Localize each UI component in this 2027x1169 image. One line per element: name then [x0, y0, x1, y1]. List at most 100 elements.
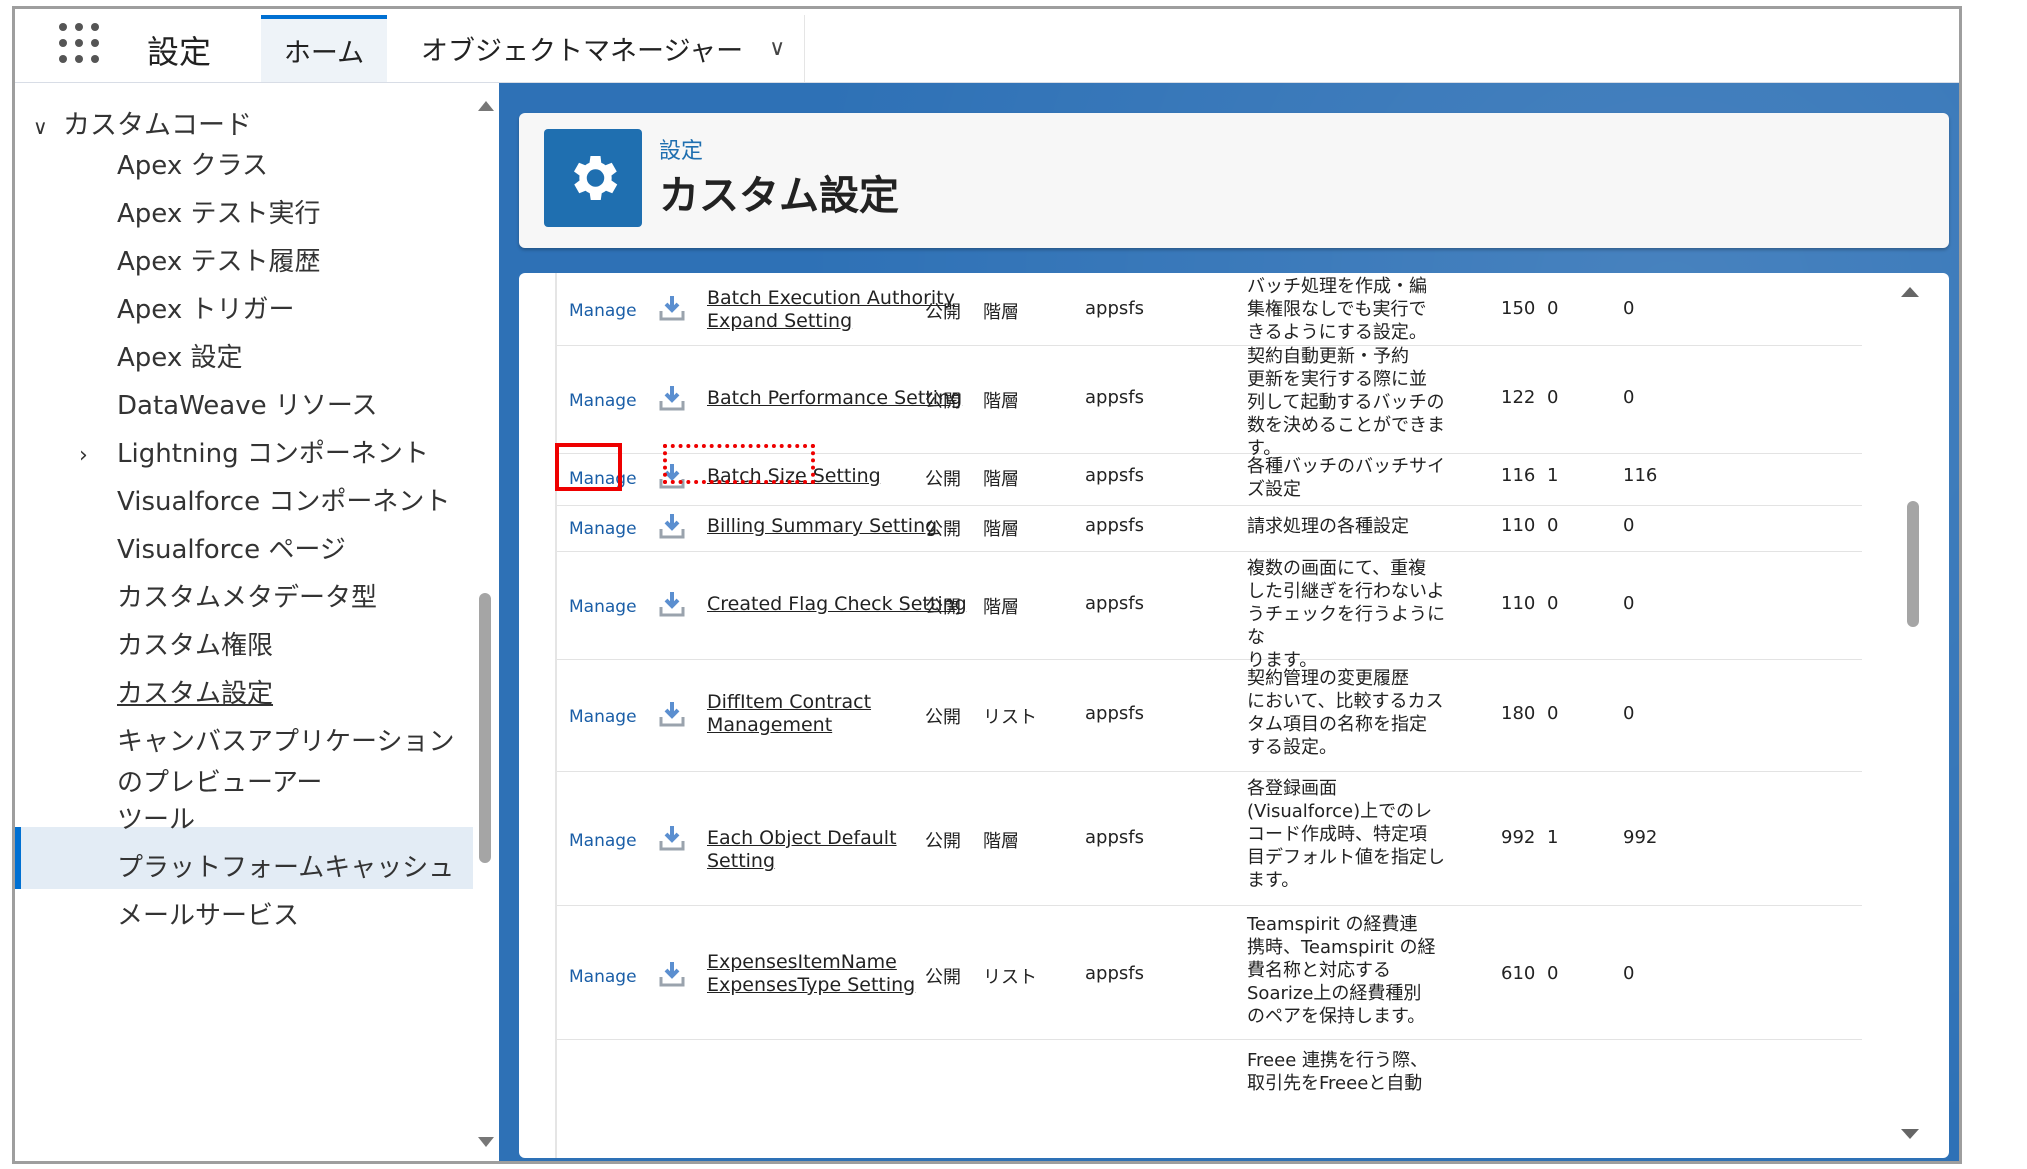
sidebar-item-label: Lightning コンポーネント: [117, 439, 429, 469]
page-header: 設定 カスタム設定: [519, 113, 1949, 248]
description-line: Soarize上の経費種別: [1247, 983, 1422, 1004]
manage-link[interactable]: Manage: [569, 831, 637, 851]
sidebar-item-apex-triggers[interactable]: Apex トリガー: [117, 289, 294, 326]
chevron-down-icon[interactable]: ∨: [769, 36, 785, 61]
namespace: appsfs: [1085, 515, 1144, 536]
total-size: 0: [1623, 298, 1635, 319]
manage-link[interactable]: Manage: [569, 301, 637, 321]
page-title: カスタム設定: [659, 173, 899, 219]
description-line: 各登録画面: [1247, 778, 1337, 799]
table-row: Manage Billing Summary Setting 公開 階層 app…: [557, 505, 1862, 552]
sidebar-item-platform-cache[interactable]: プラットフォームキャッシュ: [117, 847, 454, 884]
description-line: コード作成時、特定項: [1247, 824, 1427, 845]
total-size: 0: [1623, 703, 1635, 724]
record-count: 1: [1547, 827, 1559, 848]
download-icon[interactable]: [657, 699, 687, 729]
description-line: 請求処理の各種設定: [1247, 516, 1409, 537]
visibility: 公開: [925, 831, 961, 852]
tab-home[interactable]: ホーム: [261, 15, 387, 82]
sidebar-item-apex-test-execution[interactable]: Apex テスト実行: [117, 193, 320, 230]
sidebar-item-custom-permissions[interactable]: カスタム権限: [117, 625, 273, 662]
size-value: 180: [1501, 703, 1536, 724]
record-count: 0: [1547, 515, 1559, 536]
setting-type: 階層: [983, 469, 1019, 490]
description: 各登録画面 (Visualforce)上でのレ コード作成時、特定項 目デフォルト値を…: [1247, 777, 1447, 892]
description-line: のペアを保持します。: [1247, 1006, 1426, 1027]
visibility: 公開: [925, 707, 961, 728]
size-value: 122: [1501, 387, 1536, 408]
sidebar-scrollbar[interactable]: [475, 83, 495, 1161]
namespace: appsfs: [1085, 593, 1144, 614]
sidebar-item-visualforce-pages[interactable]: Visualforce ページ: [117, 529, 346, 566]
description: 契約自動更新・予約 更新を実行する際に並 列して起動するバッチの 数を決めることができ…: [1247, 345, 1447, 460]
sidebar-item-dataweave-resources[interactable]: DataWeave リソース: [117, 385, 378, 422]
sidebar-item-label: キャンバスアプリケーション: [117, 727, 455, 757]
description: 各種バッチのバッチサイ ズ設定: [1247, 455, 1447, 501]
table-row: Manage ExpensesItemName ExpensesType Sett…: [557, 905, 1862, 1040]
sidebar-item-visualforce-components[interactable]: Visualforce コンポーネント: [117, 481, 450, 518]
chevron-down-icon: ∨: [33, 115, 48, 139]
app-name: 設定: [147, 33, 212, 71]
total-size: 0: [1623, 963, 1635, 984]
description-line: 取引先をFreeeと自動: [1247, 1073, 1423, 1094]
app-launcher-icon[interactable]: [59, 23, 101, 65]
description: 複数の画面にて、重複 した引継ぎを行わないよ うチェックを行うようにな ります。: [1247, 557, 1447, 672]
description-line: うチェックを行うようにな: [1247, 604, 1445, 648]
size-value: 992: [1501, 827, 1536, 848]
download-icon[interactable]: [657, 823, 687, 853]
sidebar-scroll-thumb[interactable]: [479, 593, 491, 863]
description: バッチ処理を作成・編 集権限なしでも実行で きるようにする設定。: [1247, 275, 1447, 344]
namespace: appsfs: [1085, 827, 1144, 848]
scroll-up-icon[interactable]: [1901, 287, 1919, 297]
record-count: 0: [1547, 593, 1559, 614]
manage-link[interactable]: Manage: [569, 707, 637, 727]
download-icon[interactable]: [657, 589, 687, 619]
description-line: Freee 連携を行う際、: [1247, 1050, 1428, 1071]
sidebar-item-lightning-components[interactable]: › Lightning コンポーネント: [79, 433, 429, 470]
scroll-down-icon[interactable]: [478, 1137, 494, 1147]
description: Freee 連携を行う際、 取引先をFreeeと自動: [1247, 1049, 1447, 1095]
sidebar-item-tools[interactable]: ツール: [117, 799, 195, 836]
record-count: 1: [1547, 465, 1559, 486]
total-size: 0: [1623, 515, 1635, 536]
download-icon[interactable]: [657, 383, 687, 413]
sidebar-item-canvas-app-previewer[interactable]: キャンバスアプリケーション のプレビューアー: [117, 721, 454, 799]
manage-link[interactable]: Manage: [569, 391, 637, 411]
sidebar-item-apex-settings[interactable]: Apex 設定: [117, 337, 242, 374]
sidebar-item-custom-metadata-types[interactable]: カスタムメタデータ型: [117, 577, 377, 614]
sidebar-section-custom-code[interactable]: ∨ カスタムコード: [33, 103, 252, 142]
highlight-manage-box: [555, 443, 622, 491]
description-line: ます。: [1247, 870, 1300, 891]
list-scroll-thumb[interactable]: [1907, 501, 1919, 627]
description-line: 契約自動更新・予約: [1247, 346, 1409, 367]
scroll-up-icon[interactable]: [478, 101, 494, 111]
highlight-name-box: [663, 444, 815, 484]
description-line: ズ設定: [1247, 479, 1301, 500]
description-line: 携時、Teamspirit の経: [1247, 937, 1436, 958]
gear-icon: [544, 129, 642, 227]
manage-link[interactable]: Manage: [569, 519, 637, 539]
size-value: 610: [1501, 963, 1536, 984]
manage-link[interactable]: Manage: [569, 597, 637, 617]
description-line: Teamspirit の経費連: [1247, 914, 1418, 935]
table-row: Manage DiffItem Contract Management 公開 リス…: [557, 659, 1862, 772]
sidebar-item-apex-test-history[interactable]: Apex テスト履歴: [117, 241, 320, 278]
description-line: 費名称と対応する: [1247, 960, 1391, 981]
download-icon[interactable]: [657, 511, 687, 541]
setting-type: 階層: [983, 519, 1019, 540]
description-line: 集権限なしでも実行で: [1247, 299, 1427, 320]
download-icon[interactable]: [657, 959, 687, 989]
sidebar-item-email-services[interactable]: メールサービス: [117, 895, 299, 932]
window-frame: 設定 ホーム オブジェクトマネージャー ∨ ∨ カスタムコード Apex クラス …: [12, 6, 1962, 1164]
setting-type: 階層: [983, 597, 1019, 618]
sidebar-item-apex-classes[interactable]: Apex クラス: [117, 145, 268, 182]
tab-object-manager[interactable]: オブジェクトマネージャー ∨: [415, 15, 805, 82]
sidebar-item-custom-settings[interactable]: カスタム設定: [117, 673, 273, 710]
scroll-down-icon[interactable]: [1901, 1129, 1919, 1139]
size-value: 116: [1501, 465, 1536, 486]
download-icon[interactable]: [657, 293, 687, 323]
size-value: 110: [1501, 593, 1536, 614]
main-content: 設定 カスタム設定 Manage Batch Execution Authori…: [499, 83, 1959, 1161]
size-value: 150: [1501, 298, 1536, 319]
manage-link[interactable]: Manage: [569, 967, 637, 987]
